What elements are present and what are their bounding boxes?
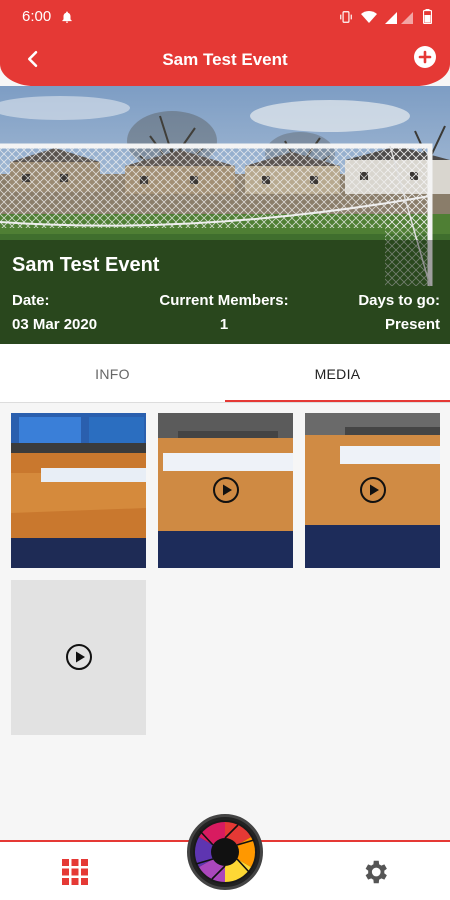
members-value: 1 (219, 316, 229, 333)
add-circle-icon (418, 50, 432, 64)
vibrate-icon (340, 10, 352, 23)
date-value: 03 Mar 2020 (12, 316, 98, 333)
tab-info[interactable]: INFO (0, 344, 225, 403)
bell-icon (62, 11, 72, 23)
media-item-video-placeholder[interactable] (11, 580, 146, 735)
event-banner: Sam Test Event Date: 03 Mar 2020 Current… (0, 86, 450, 344)
event-name: Sam Test Event (12, 254, 160, 276)
status-bar: 6:00 (0, 0, 450, 34)
desk-photo (11, 413, 146, 568)
play-icon (360, 477, 386, 503)
tab-bar: INFO MEDIA (0, 344, 450, 403)
app-header: 6:00 Sam Test Event (0, 0, 450, 86)
signal-icon (385, 11, 413, 24)
members-label: Current Members: (159, 292, 289, 309)
play-icon (66, 644, 92, 670)
days-to-go-value: Present (384, 316, 440, 333)
add-media-button[interactable] (414, 46, 436, 68)
play-icon (213, 477, 239, 503)
status-time: 6:00 (22, 8, 52, 25)
wifi-icon (361, 10, 377, 23)
days-to-go-label: Days to go: (358, 292, 440, 309)
status-icons (339, 9, 432, 24)
active-tab-indicator (225, 400, 450, 402)
gear-icon[interactable] (360, 857, 390, 887)
app-bar: Sam Test Event (0, 38, 450, 82)
camera-shutter-icon (193, 820, 257, 884)
media-item-video[interactable] (158, 413, 293, 568)
media-item-video[interactable] (305, 413, 440, 568)
tab-media[interactable]: MEDIA (225, 344, 450, 403)
camera-capture-button[interactable] (187, 814, 263, 890)
media-item-photo[interactable] (11, 413, 146, 568)
page-title: Sam Test Event (162, 50, 288, 69)
grid-icon[interactable] (61, 858, 89, 886)
battery-icon (423, 9, 432, 24)
date-label: Date: (12, 292, 50, 309)
